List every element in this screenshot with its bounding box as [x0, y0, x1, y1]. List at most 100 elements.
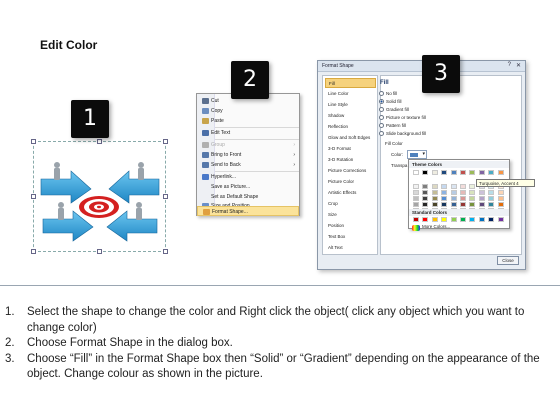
menu-item-group[interactable]: Group › [197, 140, 299, 150]
instruction-text: Select the shape to change the color and… [27, 306, 525, 334]
standard-color-swatch[interactable] [460, 217, 466, 222]
color-swatch[interactable] [413, 196, 419, 201]
menu-item-edit-text[interactable]: Edit Text [197, 128, 299, 138]
menu-item-save-as-picture[interactable]: Save as Picture... [197, 182, 299, 192]
color-swatch[interactable] [460, 184, 466, 189]
nav-item-fill[interactable]: Fill [325, 78, 376, 88]
menu-item-send-to-back[interactable]: Send to Back › [197, 160, 299, 170]
color-swatch[interactable] [460, 190, 466, 195]
color-swatch[interactable] [478, 170, 485, 175]
nav-item-glow[interactable]: Glow and Soft Edges [325, 133, 376, 143]
standard-color-swatch[interactable] [478, 217, 485, 222]
color-swatch[interactable] [450, 184, 457, 189]
color-swatch[interactable] [469, 196, 476, 201]
color-swatch[interactable] [450, 202, 457, 207]
color-swatch[interactable] [497, 196, 504, 201]
color-swatch[interactable] [460, 202, 466, 207]
color-swatch[interactable] [422, 202, 429, 207]
radio-icon [379, 123, 384, 128]
color-swatch[interactable] [497, 170, 504, 175]
standard-color-swatch[interactable] [469, 217, 476, 222]
option-solid-fill[interactable]: Solid fill [379, 99, 402, 104]
option-label: Picture or texture fill [386, 115, 426, 120]
color-swatch[interactable] [441, 170, 448, 175]
nav-item-picture-color[interactable]: Picture Color [325, 177, 376, 187]
color-swatch[interactable] [469, 170, 476, 175]
nav-item-position[interactable]: Position [325, 221, 376, 231]
color-swatch[interactable] [460, 170, 466, 175]
color-swatch[interactable] [488, 170, 495, 175]
nav-item-alt-text[interactable]: Alt Text [325, 243, 376, 253]
send-back-icon [202, 162, 209, 168]
menu-item-format-shape[interactable]: Format Shape... [197, 206, 299, 216]
color-swatch[interactable] [422, 170, 429, 175]
color-swatch[interactable] [450, 196, 457, 201]
group-icon [202, 142, 209, 148]
color-swatch[interactable] [431, 184, 438, 189]
color-swatch[interactable] [450, 170, 457, 175]
color-swatch[interactable] [413, 202, 419, 207]
nav-item-text-box[interactable]: Text Box [325, 232, 376, 242]
nav-item-size[interactable]: Size [325, 210, 376, 220]
nav-item-line-color[interactable]: Line Color [325, 89, 376, 99]
color-swatch[interactable] [488, 190, 495, 195]
color-swatch[interactable] [431, 202, 438, 207]
color-swatch[interactable] [431, 170, 438, 175]
color-swatch[interactable] [422, 190, 429, 195]
color-swatch[interactable] [497, 190, 504, 195]
color-swatch[interactable] [413, 170, 419, 175]
nav-item-3d-rotation[interactable]: 3-D Rotation [325, 155, 376, 165]
nav-item-3d-format[interactable]: 3-D Format [325, 144, 376, 154]
menu-item-hyperlink[interactable]: Hyperlink... [197, 172, 299, 182]
color-swatch[interactable] [431, 196, 438, 201]
color-swatch[interactable] [478, 190, 485, 195]
close-button[interactable]: Close [497, 256, 519, 265]
color-swatch[interactable] [469, 190, 476, 195]
color-swatch[interactable] [441, 196, 448, 201]
color-swatch[interactable] [478, 196, 485, 201]
option-picture-fill[interactable]: Picture or texture fill [379, 115, 426, 120]
nav-item-line-style[interactable]: Line Style [325, 100, 376, 110]
color-swatch[interactable] [488, 202, 495, 207]
color-swatch[interactable] [488, 196, 495, 201]
nav-item-shadow[interactable]: Shadow [325, 111, 376, 121]
color-swatch[interactable] [422, 184, 429, 189]
target-arrows-graphic[interactable] [33, 141, 166, 252]
nav-item-crop[interactable]: Crop [325, 199, 376, 209]
color-swatch[interactable] [450, 190, 457, 195]
arrow-left-bottom [42, 210, 94, 242]
standard-color-swatch[interactable] [497, 217, 504, 222]
nav-item-picture-corrections[interactable]: Picture Corrections [325, 166, 376, 176]
option-pattern-fill[interactable]: Pattern fill [379, 123, 406, 128]
menu-item-paste[interactable]: Paste [197, 116, 299, 126]
color-swatch[interactable] [422, 196, 429, 201]
color-swatch[interactable] [469, 184, 476, 189]
menu-item-bring-to-front[interactable]: Bring to Front › [197, 150, 299, 160]
color-swatch[interactable] [469, 202, 476, 207]
fill-color-button[interactable]: ▾ [407, 150, 427, 159]
color-swatch[interactable] [413, 184, 419, 189]
standard-color-swatch[interactable] [450, 217, 457, 222]
standard-color-swatch[interactable] [488, 217, 495, 222]
menu-item-copy[interactable]: Copy [197, 106, 299, 116]
nav-item-artistic-effects[interactable]: Artistic Effects [325, 188, 376, 198]
close-icon[interactable]: ✕ [516, 62, 521, 69]
standard-color-swatch[interactable] [431, 217, 438, 222]
color-swatch[interactable] [441, 190, 448, 195]
standard-color-swatch[interactable] [413, 217, 419, 222]
more-colors-link[interactable]: More Colors... [422, 224, 450, 229]
option-gradient-fill[interactable]: Gradient fill [379, 107, 409, 112]
color-swatch[interactable] [431, 190, 438, 195]
help-icon[interactable]: ? [508, 62, 511, 68]
option-slide-background-fill[interactable]: Slide background fill [379, 131, 426, 136]
color-swatch[interactable] [441, 202, 448, 207]
standard-color-swatch[interactable] [441, 217, 448, 222]
standard-color-swatch[interactable] [422, 217, 429, 222]
option-no-fill[interactable]: No fill [379, 91, 397, 96]
nav-item-reflection[interactable]: Reflection [325, 122, 376, 132]
color-swatch[interactable] [441, 184, 448, 189]
color-swatch[interactable] [460, 196, 466, 201]
color-swatch[interactable] [413, 190, 419, 195]
color-swatch[interactable] [478, 202, 485, 207]
color-swatch[interactable] [497, 202, 504, 207]
